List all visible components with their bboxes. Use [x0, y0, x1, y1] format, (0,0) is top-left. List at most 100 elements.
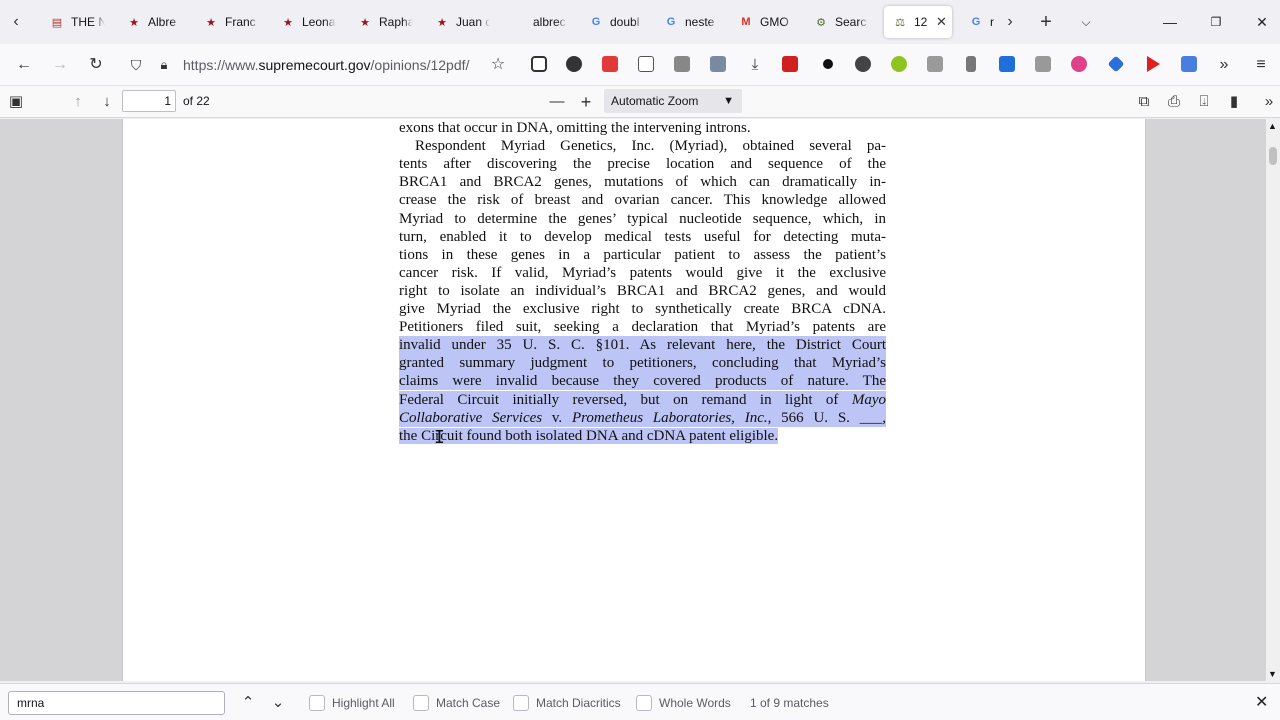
document-line[interactable]: Petitioners filed suit, seeking a declar… [399, 318, 886, 336]
color-extension-icon[interactable] [1071, 56, 1087, 72]
list-all-tabs-icon[interactable]: ⌵ [1076, 12, 1096, 32]
tab-close-icon[interactable]: ✕ [936, 14, 947, 30]
tools-icon[interactable]: » [1258, 92, 1280, 112]
mask-extension-icon[interactable] [855, 56, 871, 72]
presentation-mode-icon[interactable]: ⧉ [1133, 92, 1155, 112]
tab[interactable]: Gneste [655, 6, 727, 38]
tab[interactable]: M GMO [730, 6, 802, 38]
checkbox-box[interactable] [636, 695, 652, 711]
pdf-extension-icon[interactable] [782, 56, 798, 72]
scroll-up-icon[interactable]: ▲ [1268, 121, 1277, 131]
document-line[interactable]: give Myriad the exclusive right to synth… [399, 300, 886, 318]
close-window-icon[interactable]: ✕ [1252, 12, 1272, 32]
save-icon[interactable]: ⍗ [1193, 92, 1215, 112]
tab[interactable]: ⚖ 12 ✕ [884, 6, 952, 38]
blue-extension-icon[interactable] [999, 56, 1015, 72]
tab[interactable]: ★ Rapha [349, 6, 421, 38]
find-input[interactable]: mrna [8, 691, 225, 715]
pocket-icon[interactable] [531, 56, 547, 72]
whole-words-checkbox[interactable]: Whole Words [636, 695, 731, 711]
screenshot-extension-icon[interactable] [602, 56, 618, 72]
match-case-checkbox[interactable]: Match Case [413, 695, 500, 711]
translate-extension-icon[interactable] [1181, 56, 1197, 72]
scrollbar[interactable]: ▲ ▼ [1266, 119, 1280, 681]
tab-scroll-left-icon[interactable]: ‹ [6, 12, 26, 32]
bookmark-icon[interactable]: ▮ [1223, 92, 1245, 112]
document-line[interactable]: turn, enabled it to develop medical test… [399, 228, 886, 246]
checkbox-box[interactable] [413, 695, 429, 711]
app-menu-icon[interactable]: ≡ [1250, 54, 1272, 76]
document-line[interactable]: exons that occur in DNA, omitting the in… [399, 119, 886, 137]
tab[interactable]: ⚙ Searc [805, 6, 877, 38]
green-extension-icon[interactable] [891, 56, 907, 72]
tab-favicon-icon: G [666, 16, 676, 28]
highlight-all-checkbox[interactable]: Highlight All [309, 695, 395, 711]
tracking-protection-shield-icon[interactable]: ⛉ [125, 54, 147, 76]
url-text[interactable]: https://www.supremecourt.gov/opinions/12… [183, 57, 483, 73]
downloads-icon[interactable]: ⤓ [744, 54, 766, 76]
tab-scroll-right-icon[interactable]: › [1000, 12, 1020, 32]
scrollbar-thumb[interactable] [1269, 147, 1277, 165]
document-line[interactable]: crease the risk of breast and ovarian ca… [399, 191, 886, 209]
document-line[interactable]: Respondent Myriad Genetics, Inc. (Myriad… [399, 137, 886, 155]
print-icon[interactable]: ⎙ [1163, 92, 1185, 112]
checkbox-box[interactable] [309, 695, 325, 711]
tab-favicon-icon: G [591, 16, 601, 28]
close-find-bar-icon[interactable]: ✕ [1255, 692, 1268, 712]
tab[interactable]: ★ Leona [272, 6, 344, 38]
zoom-in-icon[interactable]: + [575, 92, 597, 112]
image-extension-icon[interactable] [710, 56, 726, 72]
document-line[interactable]: Collaborative Services v. Prometheus Lab… [399, 408, 886, 427]
dot-extension-icon[interactable] [823, 59, 833, 69]
lock-icon[interactable]: 🔒︎ [153, 54, 175, 76]
document-line[interactable]: the Circuit found both isolated DNA and … [399, 427, 886, 445]
checkbox-box[interactable] [513, 695, 529, 711]
document-line[interactable]: cancer risk. If valid, Myriad’s patents … [399, 264, 886, 282]
document-line[interactable]: tents after discovering the precise loca… [399, 155, 886, 173]
scroll-down-icon[interactable]: ▼ [1268, 669, 1277, 679]
extension-l-icon[interactable] [566, 56, 582, 72]
selected-text: claims were invalid because they covered… [399, 373, 886, 390]
page-number-input[interactable]: 1 [122, 90, 176, 112]
document-line[interactable]: tions in these genes in a particular pat… [399, 246, 886, 264]
tab[interactable]: albrecht-d [503, 6, 575, 38]
zoom-select[interactable]: Automatic Zoom ▼ [604, 89, 742, 113]
c-extension-icon[interactable] [1035, 56, 1051, 72]
document-line[interactable]: Myriad to determine the genes’ typical n… [399, 210, 886, 228]
tab[interactable]: ★ Albre [118, 6, 190, 38]
more-tools-icon[interactable]: » [1213, 54, 1235, 76]
tab[interactable]: Gdoubl [580, 6, 652, 38]
checkbox-label: Whole Words [659, 696, 731, 710]
new-tab-icon[interactable]: + [1036, 12, 1056, 32]
tab-strip: ‹ ▤ THE N ★ Albre ★ Franc ★ Leona ★ Rapha ★ Juan d a… [0, 0, 1280, 44]
download-helper-icon[interactable] [927, 56, 943, 72]
reload-icon[interactable]: ↻ [85, 54, 107, 76]
figure-extension-icon[interactable] [966, 56, 976, 72]
find-next-icon[interactable]: ⌄ [268, 693, 288, 713]
document-line[interactable]: right to isolate an individual’s BRCA1 a… [399, 282, 886, 300]
document-line[interactable]: Federal Circuit initially reversed, but … [399, 390, 886, 409]
restore-icon[interactable]: ❐ [1206, 12, 1226, 32]
tab[interactable]: ▤ THE N [41, 6, 113, 38]
match-diacritics-checkbox[interactable]: Match Diacritics [513, 695, 621, 711]
bookmark-star-icon[interactable]: ☆ [487, 54, 509, 76]
back-icon[interactable]: ← [13, 54, 35, 76]
zoom-out-icon[interactable]: — [546, 92, 568, 112]
minimize-icon[interactable]: — [1160, 12, 1180, 32]
sidebar-toggle-icon[interactable]: ▣ [5, 92, 27, 112]
camera-extension-icon[interactable] [674, 56, 690, 72]
document-line[interactable]: invalid under 35 U. S. C. §101. As relev… [399, 336, 886, 355]
tab-favicon-icon: ★ [360, 16, 370, 29]
find-previous-icon[interactable]: ⌃ [238, 693, 258, 713]
previous-page-icon[interactable]: ↑ [67, 92, 89, 112]
document-line[interactable]: granted summary judgment to petitioners,… [399, 354, 886, 373]
tab[interactable]: Gr [960, 6, 1032, 38]
document-line[interactable]: BRCA1 and BRCA2 genes, mutations of whic… [399, 173, 886, 191]
document-line[interactable]: claims were invalid because they covered… [399, 372, 886, 391]
tab[interactable]: ★ Franc [195, 6, 267, 38]
forward-icon[interactable]: → [49, 54, 71, 76]
tab[interactable]: ★ Juan d [426, 6, 498, 38]
grid-extension-icon[interactable] [638, 56, 654, 72]
video-extension-icon[interactable] [1147, 56, 1160, 72]
next-page-icon[interactable]: ↓ [96, 92, 118, 112]
